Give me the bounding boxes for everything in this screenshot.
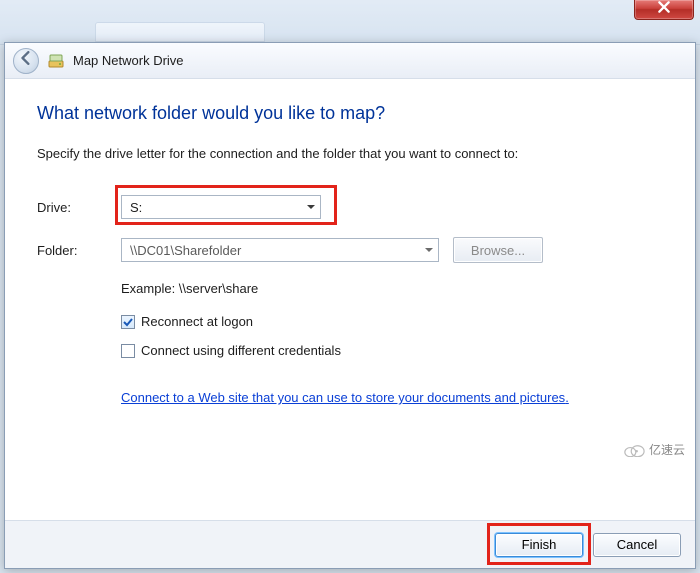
wizard-footer: Finish Cancel: [5, 520, 695, 568]
drive-icon: [47, 52, 65, 70]
cancel-button[interactable]: Cancel: [593, 533, 681, 557]
close-button[interactable]: [634, 0, 694, 20]
folder-combobox[interactable]: \\DC01\Sharefolder: [121, 238, 439, 262]
watermark-text: 亿速云: [649, 441, 685, 458]
background-tab: [95, 22, 265, 42]
reconnect-checkbox[interactable]: [121, 315, 135, 329]
back-arrow-icon: [19, 51, 33, 70]
cancel-label: Cancel: [617, 537, 657, 552]
drive-value: S:: [130, 200, 142, 215]
chevron-down-icon: [424, 245, 434, 255]
finish-label: Finish: [522, 537, 557, 552]
chevron-down-icon: [306, 202, 316, 212]
browse-label: Browse...: [471, 243, 525, 258]
diffcred-checkbox[interactable]: [121, 344, 135, 358]
checkmark-icon: [123, 317, 133, 327]
diffcred-label: Connect using different credentials: [141, 343, 341, 358]
wizard-title: Map Network Drive: [73, 53, 184, 68]
drive-label: Drive:: [37, 200, 107, 215]
page-subtext: Specify the drive letter for the connect…: [37, 146, 663, 161]
watermark: 亿速云: [617, 439, 691, 460]
folder-label: Folder:: [37, 243, 107, 258]
wizard-window: Map Network Drive What network folder wo…: [4, 42, 696, 569]
wizard-header: Map Network Drive: [5, 43, 695, 79]
back-button[interactable]: [13, 48, 39, 74]
page-heading: What network folder would you like to ma…: [37, 103, 663, 124]
example-text: Example: \\server\share: [121, 281, 663, 296]
folder-value: \\DC01\Sharefolder: [130, 243, 241, 258]
connect-website-link[interactable]: Connect to a Web site that you can use t…: [121, 390, 569, 405]
wizard-body: What network folder would you like to ma…: [5, 79, 695, 520]
reconnect-label: Reconnect at logon: [141, 314, 253, 329]
close-icon: [657, 0, 671, 19]
finish-button[interactable]: Finish: [495, 533, 583, 557]
browse-button[interactable]: Browse...: [453, 237, 543, 263]
drive-combobox[interactable]: S:: [121, 195, 321, 219]
cloud-icon: [623, 443, 645, 457]
